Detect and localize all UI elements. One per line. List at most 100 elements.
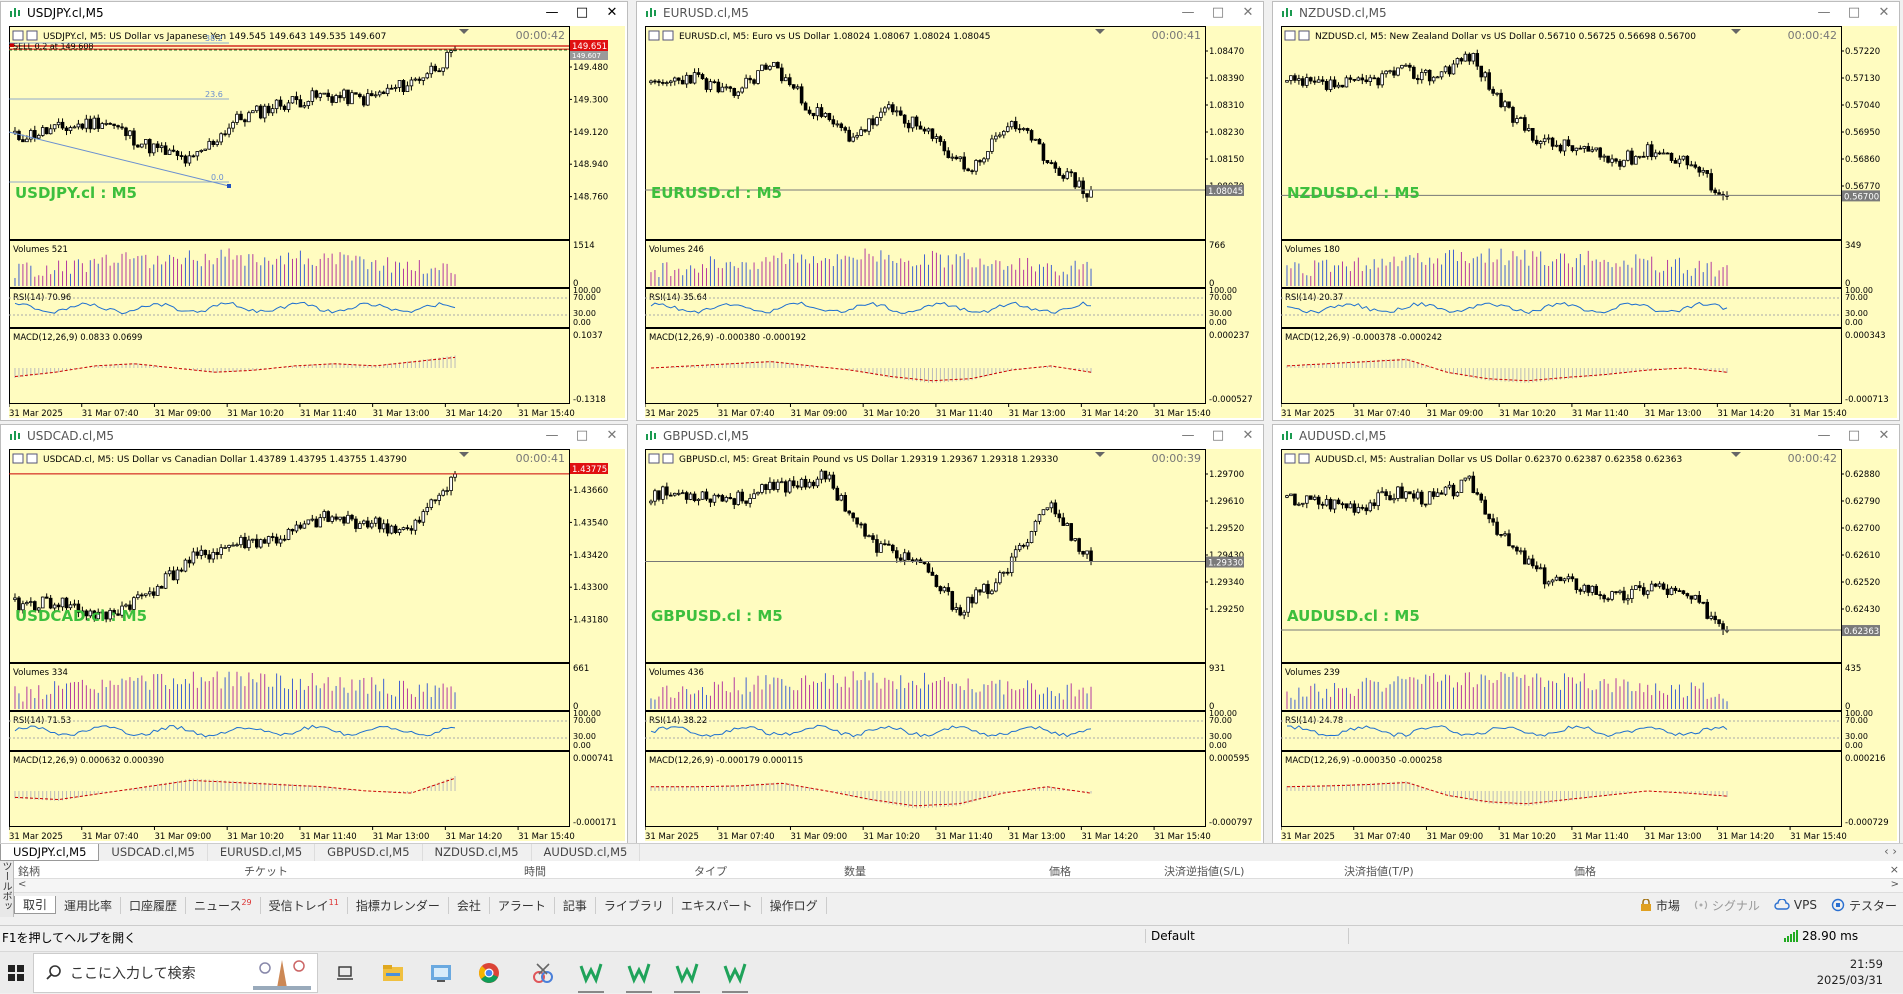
chart-tab-eurusd[interactable]: EURUSD.cl,M5 <box>208 844 316 861</box>
terminal-tab[interactable]: アラート <box>490 896 555 914</box>
column-header[interactable]: 価格 <box>1574 863 1596 878</box>
column-header[interactable]: 銘柄 <box>18 863 40 878</box>
chart-tab-nzdusd[interactable]: NZDUSD.cl,M5 <box>423 844 532 861</box>
column-header[interactable]: 決済逆指値(S/L) <box>1164 863 1244 878</box>
close-button[interactable]: ✕ <box>597 2 627 24</box>
maximize-button[interactable]: □ <box>1203 2 1233 24</box>
maximize-button[interactable]: □ <box>1839 2 1869 24</box>
terminal-tab[interactable]: エキスパート <box>673 896 762 914</box>
close-button[interactable]: ✕ <box>1869 425 1899 447</box>
terminal-tab[interactable]: ライブラリ <box>596 896 673 914</box>
terminal-tool-signal[interactable]: シグナル <box>1694 897 1760 914</box>
column-header[interactable]: 決済指値(T/P) <box>1344 863 1414 878</box>
maximize-button[interactable]: □ <box>1203 425 1233 447</box>
chart-canvas[interactable]: AUDUSD.cl, M5: Australian Dollar vs US D… <box>1280 449 1897 842</box>
candle <box>251 538 255 544</box>
minimize-button[interactable]: — <box>1809 2 1839 24</box>
terminal-tab[interactable]: 取引 <box>14 896 57 914</box>
chart-canvas[interactable]: GBPUSD.cl, M5: Great Britain Pound vs US… <box>644 449 1261 842</box>
snipping-tool-icon[interactable] <box>528 958 558 988</box>
chart-mode-icon <box>1298 30 1310 41</box>
trade-table-scrollbar[interactable]: < > <box>14 879 1903 893</box>
chart-canvas[interactable]: EURUSD.cl, M5: Euro vs US Dollar 1.08024… <box>644 26 1261 419</box>
chart-window-gbpusd[interactable]: GBPUSD.cl,M5 — □ ✕ GBPUSD.cl, M5: Great … <box>636 424 1264 844</box>
mt4-terminal-icon-4[interactable] <box>720 958 750 993</box>
terminal-tab[interactable]: 記事 <box>555 896 596 914</box>
start-button[interactable] <box>0 952 32 994</box>
mt4-terminal-icon-3[interactable] <box>672 958 702 993</box>
minimize-button[interactable]: — <box>1173 2 1203 24</box>
chart-window-usdcad[interactable]: USDCAD.cl,M5 — □ ✕ USDCAD.cl, M5: US Dol… <box>0 424 628 844</box>
chart-window-usdjpy[interactable]: USDJPY.cl,M5 — □ ✕ USDJPY.cl, M5: US Dol… <box>0 1 628 421</box>
mt4-terminal-icon-1[interactable] <box>576 958 606 993</box>
chart-window-nzdusd[interactable]: NZDUSD.cl,M5 — □ ✕ NZDUSD.cl, M5: New Ze… <box>1272 1 1900 421</box>
task-view-icon[interactable] <box>330 958 360 988</box>
price-candles <box>13 471 457 623</box>
chart-tab-usdjpy[interactable]: USDJPY.cl,M5 <box>0 844 100 861</box>
terminal-tool-cloud[interactable]: VPS <box>1774 898 1817 912</box>
scroll-right-icon[interactable]: > <box>1891 879 1899 890</box>
terminal-tab[interactable]: 受信トレイ11 <box>261 896 348 914</box>
chart-tab-audusd[interactable]: AUDUSD.cl,M5 <box>532 844 641 861</box>
column-header[interactable]: 時間 <box>524 863 546 878</box>
terminal-tab[interactable]: 指標カレンダー <box>348 896 449 914</box>
pane-frame <box>1281 449 1842 663</box>
chart-titlebar[interactable]: EURUSD.cl,M5 — □ ✕ <box>637 2 1263 24</box>
close-button[interactable]: ✕ <box>597 425 627 447</box>
taskbar-search-box[interactable]: ここに入力して検索 <box>33 953 318 993</box>
close-button[interactable]: ✕ <box>1233 2 1263 24</box>
column-header[interactable]: チケット <box>244 863 288 878</box>
candle <box>1431 75 1436 84</box>
pane-frame <box>1281 663 1842 711</box>
minimize-button[interactable]: — <box>537 425 567 447</box>
chart-titlebar[interactable]: GBPUSD.cl,M5 — □ ✕ <box>637 425 1263 447</box>
close-button[interactable]: ✕ <box>1233 425 1263 447</box>
toolbox-side-label[interactable]: ツールボックス <box>0 861 14 917</box>
mt4-terminal-icon-2[interactable] <box>624 958 654 993</box>
terminal-tab[interactable]: 運用比率 <box>56 896 122 914</box>
candle <box>815 476 820 489</box>
candle <box>958 604 962 617</box>
terminal-tab[interactable]: 会社 <box>449 896 490 914</box>
chart-window-eurusd[interactable]: EURUSD.cl,M5 — □ ✕ EURUSD.cl, M5: Euro v… <box>636 1 1264 421</box>
terminal-tab[interactable]: ニュース29 <box>186 896 261 914</box>
terminal-close-icon[interactable]: × <box>1890 863 1899 876</box>
minimize-button[interactable]: — <box>1809 425 1839 447</box>
chrome-icon[interactable] <box>474 958 504 988</box>
column-header[interactable]: タイプ <box>694 863 727 878</box>
minimize-button[interactable]: — <box>537 2 567 24</box>
chart-window-title: USDJPY.cl,M5 <box>27 6 104 20</box>
control-panel-icon[interactable] <box>426 958 456 988</box>
scroll-left-icon[interactable]: < <box>18 879 26 890</box>
chart-titlebar[interactable]: AUDUSD.cl,M5 — □ ✕ <box>1273 425 1899 447</box>
terminal-tool-tester[interactable]: テスター <box>1831 897 1897 914</box>
chart-titlebar[interactable]: NZDUSD.cl,M5 — □ ✕ <box>1273 2 1899 24</box>
terminal-tab[interactable]: 口座履歴 <box>121 896 187 914</box>
chart-canvas[interactable]: USDJPY.cl, M5: US Dollar vs Japanese Yen… <box>8 26 625 419</box>
candle <box>318 92 323 102</box>
chart-canvas[interactable]: NZDUSD.cl, M5: New Zealand Dollar vs US … <box>1280 26 1897 419</box>
column-header[interactable]: 価格 <box>1049 863 1071 878</box>
candle <box>756 70 760 85</box>
maximize-button[interactable]: □ <box>567 2 597 24</box>
connection-status[interactable]: 28.90 ms <box>1784 929 1858 943</box>
chart-window-audusd[interactable]: AUDUSD.cl,M5 — □ ✕ AUDUSD.cl, M5: Austra… <box>1272 424 1900 844</box>
tab-scroll-icon[interactable]: ‹ › <box>1878 844 1903 861</box>
file-explorer-icon[interactable] <box>378 958 408 988</box>
chart-tab-usdcad[interactable]: USDCAD.cl,M5 <box>99 844 208 861</box>
chart-canvas[interactable]: USDCAD.cl, M5: US Dollar vs Canadian Dol… <box>8 449 625 842</box>
chart-titlebar[interactable]: USDJPY.cl,M5 — □ ✕ <box>1 2 627 24</box>
chart-tab-gbpusd[interactable]: GBPUSD.cl,M5 <box>315 844 423 861</box>
maximize-button[interactable]: □ <box>567 425 597 447</box>
column-header[interactable]: 数量 <box>844 863 866 878</box>
close-button[interactable]: ✕ <box>1869 2 1899 24</box>
profile-name[interactable]: Default <box>1145 929 1345 943</box>
candle <box>974 158 978 175</box>
terminal-tab[interactable]: 操作ログ <box>762 896 827 914</box>
bar-timer: 00:00:41 <box>1152 29 1201 42</box>
taskbar-clock[interactable]: 21:59 2025/03/31 <box>1817 956 1883 988</box>
chart-titlebar[interactable]: USDCAD.cl,M5 — □ ✕ <box>1 425 627 447</box>
maximize-button[interactable]: □ <box>1839 425 1869 447</box>
terminal-tool-lock[interactable]: 市場 <box>1640 897 1680 914</box>
minimize-button[interactable]: — <box>1173 425 1203 447</box>
